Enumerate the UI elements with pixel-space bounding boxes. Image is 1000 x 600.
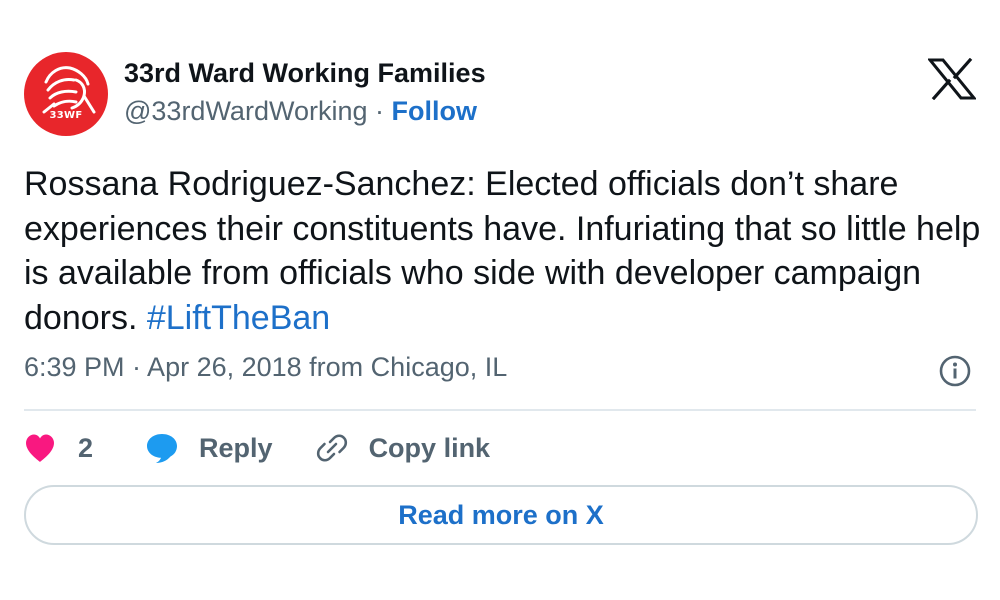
tweet-text: Rossana Rodriguez-Sanchez: Elected offic… <box>24 162 984 340</box>
info-icon[interactable] <box>938 354 972 388</box>
avatar-label: 33WF <box>49 110 83 121</box>
link-icon <box>316 434 347 462</box>
read-more-button[interactable]: Read more on X <box>24 485 978 545</box>
copy-link-button[interactable]: Copy link <box>315 431 491 465</box>
x-logo-icon[interactable] <box>928 58 976 100</box>
like-count: 2 <box>78 432 94 463</box>
copy-link-label: Copy link <box>368 432 491 463</box>
author-handle-line: @33rdWardWorking · Follow <box>124 96 477 127</box>
handle-separator: · <box>375 96 385 126</box>
heart-icon <box>26 434 54 462</box>
reply-label: Reply <box>199 432 273 463</box>
divider <box>24 409 976 411</box>
author-display-name[interactable]: 33rd Ward Working Families <box>124 58 486 89</box>
hashtag-link[interactable]: #LiftTheBan <box>147 299 330 337</box>
avatar[interactable]: 33WF <box>24 52 108 136</box>
raised-fist-icon <box>42 66 96 114</box>
follow-button[interactable]: Follow <box>392 96 477 126</box>
tweet-timestamp[interactable]: 6:39 PM · Apr 26, 2018 from Chicago, IL <box>24 352 507 383</box>
reply-button[interactable]: Reply <box>145 432 273 464</box>
action-bar: 2 Reply Copy link <box>24 430 490 466</box>
speech-bubble-icon <box>147 434 178 463</box>
author-handle[interactable]: @33rdWardWorking <box>124 96 368 126</box>
like-button[interactable]: 2 <box>24 433 93 464</box>
